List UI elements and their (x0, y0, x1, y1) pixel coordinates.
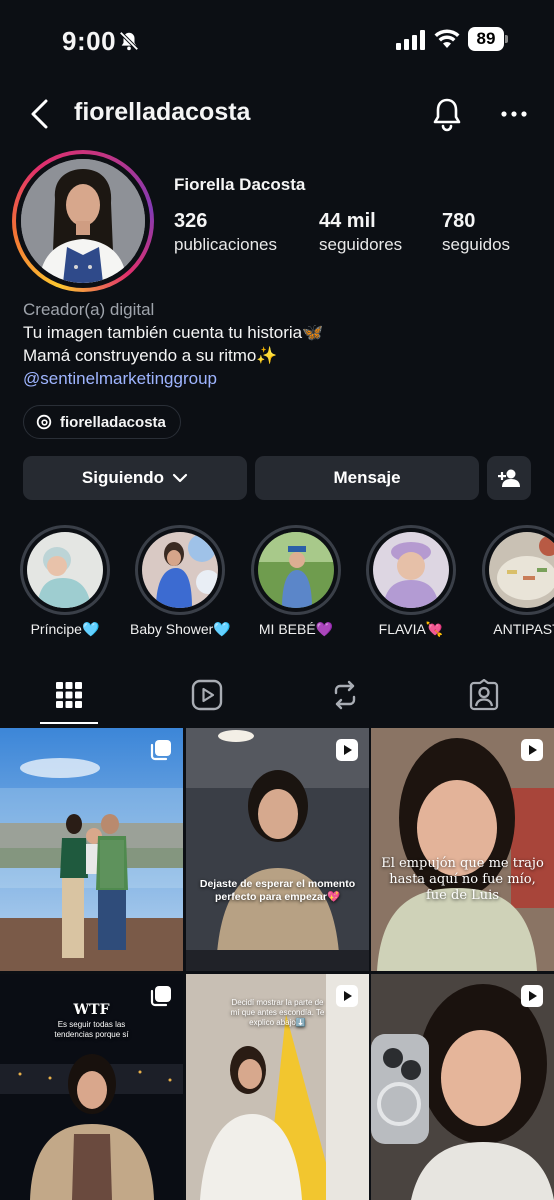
stat-posts[interactable]: 326 publicaciones (174, 210, 277, 255)
post-image (371, 728, 554, 971)
more-options-icon[interactable] (500, 102, 528, 126)
post-tile[interactable]: Decidí mostrar la parte de mí que antes … (186, 974, 369, 1200)
profile-bio: Creador(a) digital Tu imagen también cue… (23, 298, 533, 390)
post-image (186, 728, 369, 971)
reel-icon (336, 985, 358, 1007)
post-tile[interactable]: El empujón que me trajo hasta aquí no fu… (371, 728, 554, 971)
post-tile[interactable]: WTF Es seguir todas las tendencias porqu… (0, 974, 183, 1200)
threads-handle: fiorelladacosta (60, 413, 166, 431)
stat-following-value: 780 (442, 210, 476, 232)
add-person-icon (498, 469, 520, 487)
following-label: Siguiendo (81, 468, 165, 487)
active-tab-indicator (40, 722, 98, 724)
profile-header: fiorelladacosta (0, 88, 554, 138)
repost-icon (334, 680, 356, 710)
tagged-person-icon (469, 679, 499, 711)
profile-full-name: Fiorella Dacosta (174, 175, 306, 194)
highlight-cover (489, 532, 554, 608)
bio-mention-link[interactable]: @sentinelmarketinggroup (23, 367, 533, 390)
stat-posts-label: publicaciones (174, 235, 278, 254)
stat-posts-value: 326 (174, 210, 208, 232)
highlight-antipast[interactable]: ANTIPAST (477, 525, 554, 637)
profile-tabs (0, 665, 554, 725)
stat-following-label: seguidos (442, 235, 511, 254)
post-tile[interactable]: Dejaste de esperar el momento perfecto p… (186, 728, 369, 971)
reels-icon (191, 679, 223, 711)
message-label: Mensaje (333, 468, 401, 487)
avatar (21, 159, 145, 283)
post-image (0, 728, 183, 971)
message-button[interactable]: Mensaje (255, 456, 479, 500)
story-ring[interactable] (12, 150, 154, 292)
highlight-baby-shower[interactable]: Baby Shower🩵 (130, 525, 231, 638)
post-caption-overlay: Dejaste de esperar el momento perfecto p… (199, 878, 356, 903)
highlight-label: Baby Shower🩵 (130, 621, 231, 637)
stat-followers[interactable]: 44 mil seguidores (319, 210, 402, 255)
status-time: 9:00 (62, 26, 117, 56)
highlight-cover (258, 532, 334, 608)
reel-icon (336, 739, 358, 761)
post-tile[interactable] (0, 728, 183, 971)
highlight-cover (142, 532, 218, 608)
post-tile[interactable] (371, 974, 554, 1200)
notification-bell-icon[interactable] (430, 96, 464, 132)
highlight-cover (373, 532, 449, 608)
stat-followers-label: seguidores (319, 235, 403, 254)
highlight-label: ANTIPAST (493, 621, 554, 637)
battery-icon: 89 (468, 27, 508, 51)
battery-level: 89 (468, 27, 504, 51)
cellular-signal-icon (396, 30, 425, 50)
highlight-label: FLAVIA💘 (378, 621, 444, 637)
post-caption-overlay: El empujón que me trajo hasta aquí no fu… (381, 856, 544, 903)
reel-icon (521, 985, 543, 1007)
chevron-down-icon (172, 473, 188, 483)
header-username: fiorelladacosta (74, 98, 251, 126)
bio-category: Creador(a) digital (23, 300, 155, 319)
carousel-icon (150, 740, 171, 761)
story-highlights: Príncipe🩵 Baby Shower🩵 MI BEBÉ💜 FLAVIA💘 (0, 525, 554, 645)
suggested-users-button[interactable] (487, 456, 531, 500)
back-arrow-icon[interactable] (28, 98, 50, 130)
wifi-icon (434, 29, 460, 48)
status-bar: 9:00 89 (0, 0, 554, 80)
tab-reposts[interactable] (315, 665, 375, 725)
highlight-principe[interactable]: Príncipe🩵 (15, 525, 115, 638)
posts-grid: Dejaste de esperar el momento perfecto p… (0, 728, 554, 1200)
highlight-label: MI BEBÉ💜 (258, 621, 334, 637)
tab-tagged[interactable] (454, 665, 514, 725)
tab-reels[interactable] (177, 665, 237, 725)
silent-mode-icon (119, 31, 139, 51)
reel-icon (521, 739, 543, 761)
highlight-cover (27, 532, 103, 608)
post-title-overlay: WTF (73, 1002, 110, 1018)
bio-line: Tu imagen también cuenta tu historia🦋 (23, 323, 324, 342)
highlight-mi-bebe[interactable]: MI BEBÉ💜 (246, 525, 346, 638)
post-caption-overlay: Es seguir todas las tendencias porque sí (54, 1020, 129, 1039)
stat-followers-value: 44 mil (319, 210, 376, 232)
bio-line: Mamá construyendo a su ritmo✨ (23, 346, 278, 365)
following-button[interactable]: Siguiendo (23, 456, 247, 500)
highlight-flavia[interactable]: FLAVIA💘 (361, 525, 461, 638)
tab-grid[interactable] (39, 665, 99, 725)
profile-photo (21, 159, 145, 283)
threads-profile-chip[interactable]: fiorelladacosta (23, 405, 181, 439)
highlight-label: Príncipe🩵 (30, 621, 100, 637)
threads-icon (36, 414, 52, 430)
stat-following[interactable]: 780 seguidos (442, 210, 510, 255)
grid-icon (56, 682, 82, 708)
post-caption-overlay: Decidí mostrar la parte de mí que antes … (230, 998, 325, 1027)
